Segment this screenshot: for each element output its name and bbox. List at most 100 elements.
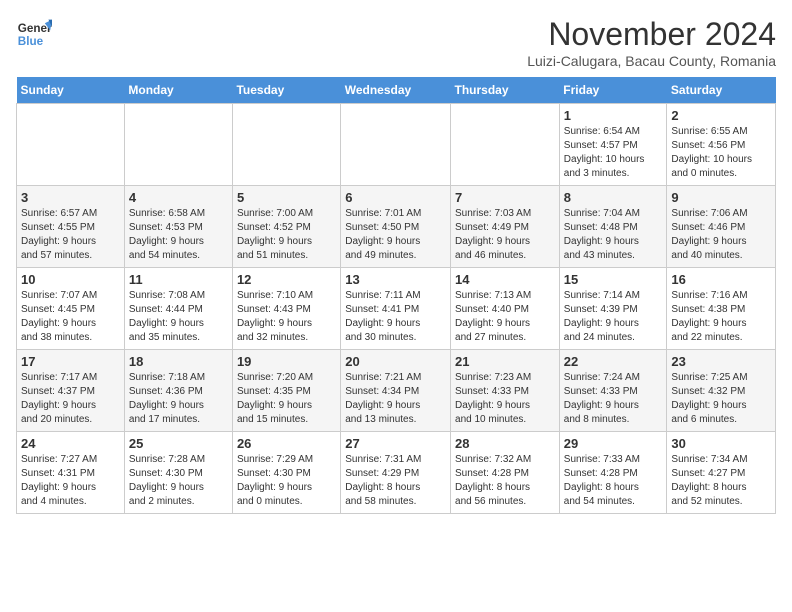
day-number: 3 (21, 190, 120, 205)
week-row-1: 3 Sunrise: 6:57 AM Sunset: 4:55 PM Daylig… (17, 186, 776, 268)
day-info: Sunrise: 7:01 AM Sunset: 4:50 PM Dayligh… (345, 207, 446, 263)
day-number: 17 (21, 354, 120, 369)
day-number: 22 (564, 354, 663, 369)
weekday-saturday: Saturday (667, 77, 776, 104)
day-number: 15 (564, 272, 663, 287)
calendar-cell: 3 Sunrise: 6:57 AM Sunset: 4:55 PM Daylig… (17, 186, 125, 268)
calendar-cell (17, 104, 125, 186)
week-row-3: 17 Sunrise: 7:17 AM Sunset: 4:37 PM Dayli… (17, 350, 776, 432)
logo-icon: General Blue (16, 16, 52, 52)
weekday-header-row: SundayMondayTuesdayWednesdayThursdayFrid… (17, 77, 776, 104)
title-block: November 2024 Luizi-Calugara, Bacau Coun… (527, 16, 776, 69)
calendar-cell: 16 Sunrise: 7:16 AM Sunset: 4:38 PM Dayli… (667, 268, 776, 350)
calendar-cell: 17 Sunrise: 7:17 AM Sunset: 4:37 PM Dayli… (17, 350, 125, 432)
calendar-cell: 18Sunrise: 7:18 AM Sunset: 4:36 PM Dayli… (124, 350, 232, 432)
day-info: Sunrise: 7:31 AM Sunset: 4:29 PM Dayligh… (345, 453, 446, 509)
calendar-cell: 11 Sunrise: 7:08 AM Sunset: 4:44 PM Dayli… (124, 268, 232, 350)
day-info: Sunrise: 7:08 AM Sunset: 4:44 PM Dayligh… (129, 289, 228, 345)
day-info: Sunrise: 7:34 AM Sunset: 4:27 PM Dayligh… (671, 453, 771, 509)
calendar-cell: 27 Sunrise: 7:31 AM Sunset: 4:29 PM Dayli… (341, 432, 451, 514)
day-number: 16 (671, 272, 771, 287)
calendar-cell: 15 Sunrise: 7:14 AM Sunset: 4:39 PM Dayli… (559, 268, 667, 350)
calendar-cell: 20Sunrise: 7:21 AM Sunset: 4:34 PM Dayli… (341, 350, 451, 432)
calendar-cell: 8 Sunrise: 7:04 AM Sunset: 4:48 PM Daylig… (559, 186, 667, 268)
day-info: Sunrise: 7:32 AM Sunset: 4:28 PM Dayligh… (455, 453, 555, 509)
day-number: 2 (671, 108, 771, 123)
subtitle: Luizi-Calugara, Bacau County, Romania (527, 53, 776, 69)
calendar-cell: 26 Sunrise: 7:29 AM Sunset: 4:30 PM Dayli… (232, 432, 340, 514)
day-number: 19 (237, 354, 336, 369)
calendar-cell (451, 104, 560, 186)
calendar-cell: 22 Sunrise: 7:24 AM Sunset: 4:33 PM Dayli… (559, 350, 667, 432)
day-info: Sunrise: 7:23 AM Sunset: 4:33 PM Dayligh… (455, 371, 555, 427)
day-number: 25 (129, 436, 228, 451)
weekday-wednesday: Wednesday (341, 77, 451, 104)
day-info: Sunrise: 7:11 AM Sunset: 4:41 PM Dayligh… (345, 289, 446, 345)
day-number: 29 (564, 436, 663, 451)
day-number: 1 (564, 108, 663, 123)
day-number: 26 (237, 436, 336, 451)
page-header: General Blue November 2024 Luizi-Calugar… (16, 16, 776, 69)
calendar-cell (232, 104, 340, 186)
day-info: Sunrise: 7:21 AM Sunset: 4:34 PM Dayligh… (345, 371, 446, 427)
day-info: Sunrise: 6:58 AM Sunset: 4:53 PM Dayligh… (129, 207, 228, 263)
day-number: 23 (671, 354, 771, 369)
day-number: 28 (455, 436, 555, 451)
day-info: Sunrise: 7:13 AM Sunset: 4:40 PM Dayligh… (455, 289, 555, 345)
weekday-monday: Monday (124, 77, 232, 104)
svg-text:Blue: Blue (18, 35, 44, 48)
calendar-cell: 28 Sunrise: 7:32 AM Sunset: 4:28 PM Dayli… (451, 432, 560, 514)
day-info: Sunrise: 7:00 AM Sunset: 4:52 PM Dayligh… (237, 207, 336, 263)
day-number: 24 (21, 436, 120, 451)
calendar-cell: 2Sunrise: 6:55 AM Sunset: 4:56 PM Daylig… (667, 104, 776, 186)
day-number: 8 (564, 190, 663, 205)
day-info: Sunrise: 7:03 AM Sunset: 4:49 PM Dayligh… (455, 207, 555, 263)
calendar-cell: 1Sunrise: 6:54 AM Sunset: 4:57 PM Daylig… (559, 104, 667, 186)
calendar-cell: 29 Sunrise: 7:33 AM Sunset: 4:28 PM Dayli… (559, 432, 667, 514)
calendar-cell: 6 Sunrise: 7:01 AM Sunset: 4:50 PM Daylig… (341, 186, 451, 268)
month-title: November 2024 (527, 16, 776, 53)
day-number: 21 (455, 354, 555, 369)
weekday-thursday: Thursday (451, 77, 560, 104)
calendar-cell (341, 104, 451, 186)
day-number: 6 (345, 190, 446, 205)
day-number: 10 (21, 272, 120, 287)
day-info: Sunrise: 7:27 AM Sunset: 4:31 PM Dayligh… (21, 453, 120, 509)
day-info: Sunrise: 7:25 AM Sunset: 4:32 PM Dayligh… (671, 371, 771, 427)
day-info: Sunrise: 7:06 AM Sunset: 4:46 PM Dayligh… (671, 207, 771, 263)
day-number: 13 (345, 272, 446, 287)
day-number: 18 (129, 354, 228, 369)
calendar-cell: 13 Sunrise: 7:11 AM Sunset: 4:41 PM Dayli… (341, 268, 451, 350)
day-info: Sunrise: 7:17 AM Sunset: 4:37 PM Dayligh… (21, 371, 120, 427)
day-info: Sunrise: 7:04 AM Sunset: 4:48 PM Dayligh… (564, 207, 663, 263)
day-number: 4 (129, 190, 228, 205)
calendar-cell: 5 Sunrise: 7:00 AM Sunset: 4:52 PM Daylig… (232, 186, 340, 268)
day-info: Sunrise: 7:24 AM Sunset: 4:33 PM Dayligh… (564, 371, 663, 427)
day-number: 7 (455, 190, 555, 205)
weekday-sunday: Sunday (17, 77, 125, 104)
day-number: 9 (671, 190, 771, 205)
day-info: Sunrise: 6:57 AM Sunset: 4:55 PM Dayligh… (21, 207, 120, 263)
day-info: Sunrise: 7:10 AM Sunset: 4:43 PM Dayligh… (237, 289, 336, 345)
day-info: Sunrise: 7:28 AM Sunset: 4:30 PM Dayligh… (129, 453, 228, 509)
day-number: 30 (671, 436, 771, 451)
calendar-cell: 10Sunrise: 7:07 AM Sunset: 4:45 PM Dayli… (17, 268, 125, 350)
week-row-4: 24 Sunrise: 7:27 AM Sunset: 4:31 PM Dayli… (17, 432, 776, 514)
calendar-cell: 14 Sunrise: 7:13 AM Sunset: 4:40 PM Dayli… (451, 268, 560, 350)
day-info: Sunrise: 7:14 AM Sunset: 4:39 PM Dayligh… (564, 289, 663, 345)
calendar-cell (124, 104, 232, 186)
day-number: 12 (237, 272, 336, 287)
calendar-cell: 21 Sunrise: 7:23 AM Sunset: 4:33 PM Dayli… (451, 350, 560, 432)
day-info: Sunrise: 7:29 AM Sunset: 4:30 PM Dayligh… (237, 453, 336, 509)
day-number: 5 (237, 190, 336, 205)
day-info: Sunrise: 7:33 AM Sunset: 4:28 PM Dayligh… (564, 453, 663, 509)
calendar-cell: 24 Sunrise: 7:27 AM Sunset: 4:31 PM Dayli… (17, 432, 125, 514)
day-info: Sunrise: 7:16 AM Sunset: 4:38 PM Dayligh… (671, 289, 771, 345)
calendar-cell: 30 Sunrise: 7:34 AM Sunset: 4:27 PM Dayli… (667, 432, 776, 514)
day-number: 11 (129, 272, 228, 287)
calendar-cell: 23 Sunrise: 7:25 AM Sunset: 4:32 PM Dayli… (667, 350, 776, 432)
week-row-0: 1Sunrise: 6:54 AM Sunset: 4:57 PM Daylig… (17, 104, 776, 186)
calendar-cell: 25 Sunrise: 7:28 AM Sunset: 4:30 PM Dayli… (124, 432, 232, 514)
day-number: 27 (345, 436, 446, 451)
day-number: 14 (455, 272, 555, 287)
